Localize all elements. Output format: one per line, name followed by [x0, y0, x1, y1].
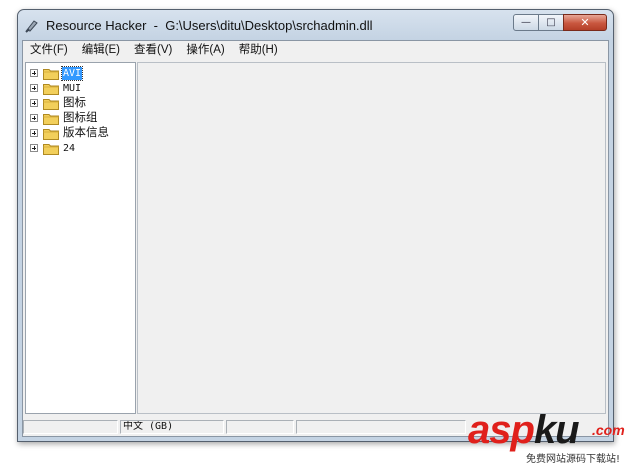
- menu-edit[interactable]: 编辑(E): [75, 41, 127, 60]
- menu-action[interactable]: 操作(A): [179, 41, 231, 60]
- tree-node-label: 24: [63, 142, 76, 154]
- menu-bar: 文件(F) 编辑(E) 查看(V) 操作(A) 帮助(H): [23, 41, 608, 60]
- menu-file[interactable]: 文件(F): [23, 41, 75, 60]
- caption-buttons: — □ ✕: [513, 14, 607, 32]
- folder-icon: [43, 83, 59, 95]
- folder-icon: [43, 143, 59, 155]
- tree-node-avi[interactable]: AVI: [30, 65, 84, 81]
- resource-view-pane[interactable]: [137, 62, 606, 414]
- watermark-logo: aspku: [468, 408, 580, 452]
- status-panel-1: [23, 419, 118, 434]
- menu-view[interactable]: 查看(V): [127, 41, 179, 60]
- aspku-watermark: aspku .com 免费网站源码下载站!: [468, 410, 638, 465]
- maximize-button[interactable]: □: [538, 14, 564, 31]
- watermark-tld: .com: [592, 422, 625, 438]
- folder-icon: [43, 98, 59, 110]
- tree-node-mui[interactable]: MUI: [30, 81, 82, 95]
- tree-node-label: MUI: [63, 82, 82, 94]
- close-button[interactable]: ✕: [563, 14, 607, 31]
- resource-hacker-app-icon: [25, 20, 38, 33]
- status-panel-4: [296, 419, 466, 434]
- expand-plus-icon[interactable]: [30, 84, 38, 92]
- expand-plus-icon[interactable]: [30, 129, 38, 137]
- tree-node-icon-group[interactable]: 图标组: [30, 111, 99, 125]
- menu-help[interactable]: 帮助(H): [232, 41, 285, 60]
- expand-plus-icon[interactable]: [30, 99, 38, 107]
- folder-icon: [43, 128, 59, 140]
- watermark-asp: asp: [468, 408, 535, 452]
- tree-node-label: 图标: [63, 96, 86, 109]
- minimize-icon: —: [521, 17, 531, 28]
- expand-plus-icon[interactable]: [30, 114, 38, 122]
- window-title: Resource Hacker - G:\Users\ditu\Desktop\…: [46, 18, 373, 33]
- status-panel-language: 中文 (GB): [120, 419, 224, 434]
- client-area: 文件(F) 编辑(E) 查看(V) 操作(A) 帮助(H) AVI MUI 图标…: [22, 40, 609, 437]
- tree-node-icon[interactable]: 图标: [30, 96, 87, 110]
- title-bar[interactable]: Resource Hacker - G:\Users\ditu\Desktop\…: [18, 10, 613, 40]
- watermark-tagline: 免费网站源码下载站!: [526, 454, 621, 465]
- tree-node-label: AVI: [60, 65, 84, 81]
- maximize-icon: □: [546, 17, 556, 28]
- tree-node-version-info[interactable]: 版本信息: [30, 126, 110, 140]
- expand-plus-icon[interactable]: [30, 69, 38, 77]
- close-icon: ✕: [580, 16, 590, 29]
- tree-node-label: 图标组: [63, 111, 98, 124]
- folder-icon: [43, 113, 59, 125]
- watermark-ku: ku: [533, 408, 580, 452]
- tree-node-label: 版本信息: [63, 126, 109, 139]
- status-panel-3: [226, 419, 294, 434]
- folder-icon: [43, 68, 59, 80]
- minimize-button[interactable]: —: [513, 14, 539, 31]
- resource-tree[interactable]: AVI MUI 图标 图标组 版本信息 24: [25, 62, 136, 414]
- expand-plus-icon[interactable]: [30, 144, 38, 152]
- resource-hacker-window: Resource Hacker - G:\Users\ditu\Desktop\…: [17, 9, 614, 442]
- tree-node-24[interactable]: 24: [30, 141, 76, 155]
